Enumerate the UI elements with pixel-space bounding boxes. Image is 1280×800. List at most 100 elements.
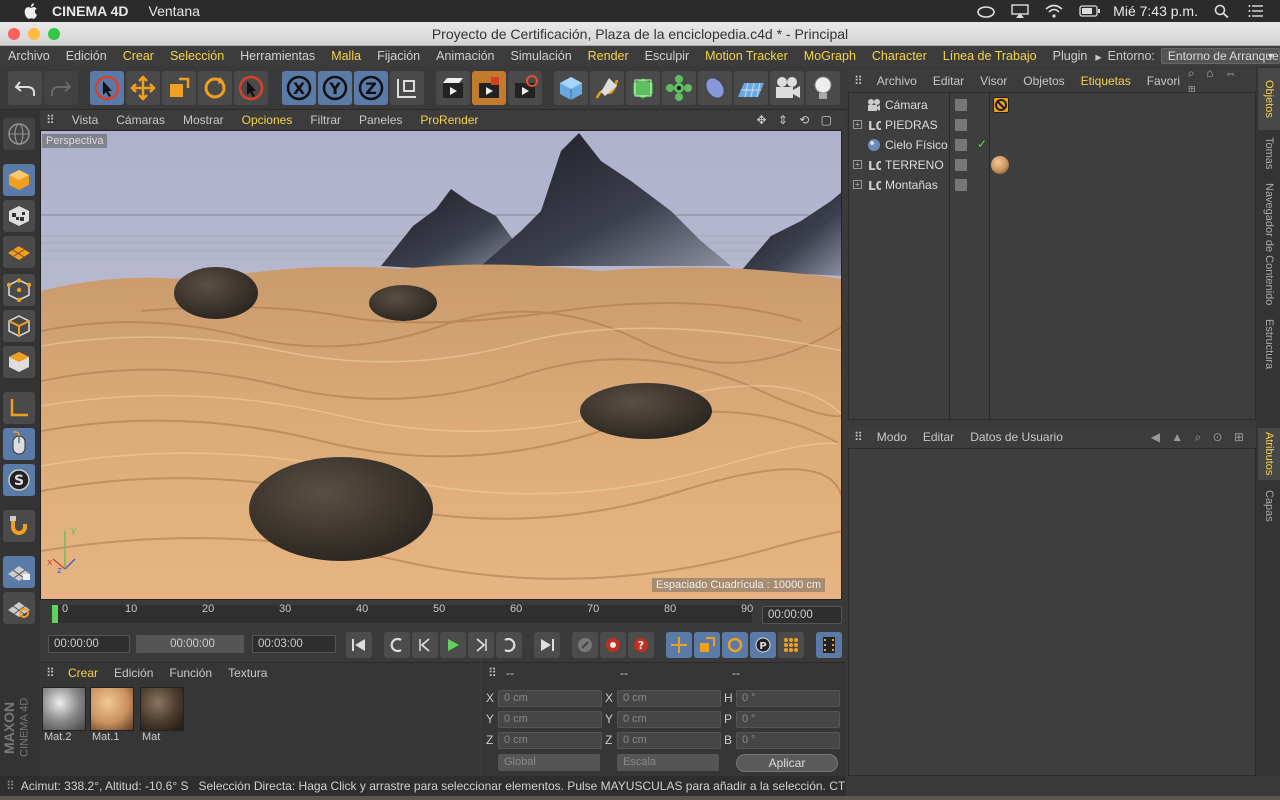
vp-menu-opciones[interactable]: Opciones xyxy=(233,113,302,127)
obj-menu-favoritos[interactable]: Favori xyxy=(1139,74,1188,88)
polygons-mode-button[interactable] xyxy=(3,346,35,378)
viewport-navigation-icons[interactable]: ✥ ⇕ ⟲ ▢ xyxy=(756,113,846,127)
floor-object-button[interactable] xyxy=(734,71,768,105)
render-settings-button[interactable] xyxy=(508,71,542,105)
edges-mode-button[interactable] xyxy=(3,310,35,342)
vp-menu-mostrar[interactable]: Mostrar xyxy=(174,113,233,127)
menu-render[interactable]: Render xyxy=(580,49,637,63)
play-forward-button[interactable] xyxy=(440,632,466,658)
menu-linea-de-trabajo[interactable]: Línea de Trabajo xyxy=(935,49,1045,63)
menu-esculpir[interactable]: Esculpir xyxy=(637,49,697,63)
enable-axis-button[interactable] xyxy=(3,392,35,424)
workplane-mode-button[interactable] xyxy=(3,236,35,268)
attr-menu-datos-usuario[interactable]: Datos de Usuario xyxy=(962,430,1071,444)
light-object-button[interactable] xyxy=(806,71,840,105)
key-pla-button[interactable] xyxy=(778,632,804,658)
editor-visibility-toggle[interactable] xyxy=(955,99,967,111)
timeline-ruler[interactable]: 0 10 20 30 40 50 60 70 80 90 00:00:00 xyxy=(40,600,846,630)
current-frame-field[interactable]: 00:00:00 xyxy=(762,606,842,624)
panel-grip-icon[interactable]: ⠿ xyxy=(40,113,63,127)
mat-menu-crear[interactable]: Crear xyxy=(60,666,106,680)
expand-icon[interactable]: + xyxy=(853,120,862,129)
vp-menu-vista[interactable]: Vista xyxy=(63,113,107,127)
key-position-button[interactable] xyxy=(666,632,692,658)
record-active-objects-button[interactable] xyxy=(572,632,598,658)
tab-atributos[interactable]: Atributos xyxy=(1258,428,1280,480)
obj-menu-objetos[interactable]: Objetos xyxy=(1015,74,1072,88)
preview-range-slider[interactable]: 00:00:00 xyxy=(136,635,244,653)
locked-workplane-button[interactable] xyxy=(3,556,35,588)
model-mode-button[interactable] xyxy=(3,164,35,196)
menu-archivo[interactable]: Archivo xyxy=(0,49,58,63)
rot-h-input[interactable]: 0 ° xyxy=(736,690,840,707)
menu-seleccion[interactable]: Selección xyxy=(162,49,232,63)
solo-button[interactable]: S xyxy=(3,464,35,496)
expand-icon[interactable]: + xyxy=(853,160,862,169)
live-selection-button[interactable] xyxy=(90,71,124,105)
pos-z-input[interactable]: 0 cm xyxy=(498,732,602,749)
object-row-terreno[interactable]: + L0 TERRENO xyxy=(849,155,1255,175)
menu-motion-tracker[interactable]: Motion Tracker xyxy=(697,49,796,63)
app-name[interactable]: CINEMA 4D xyxy=(52,3,129,19)
material-swatch[interactable]: Mat.2 xyxy=(42,687,86,745)
vp-menu-filtrar[interactable]: Filtrar xyxy=(301,113,350,127)
previous-key-button[interactable] xyxy=(384,632,410,658)
camera-object-button[interactable] xyxy=(770,71,804,105)
move-tool-button[interactable] xyxy=(126,71,160,105)
size-x-input[interactable]: 0 cm xyxy=(617,690,721,707)
cube-object-button[interactable] xyxy=(554,71,588,105)
object-row-montanas[interactable]: + L0 Montañas xyxy=(849,175,1255,195)
spotlight-search-icon[interactable] xyxy=(1214,4,1232,19)
pen-spline-button[interactable] xyxy=(590,71,624,105)
object-row-piedras[interactable]: + L0 PIEDRAS xyxy=(849,115,1255,135)
render-picture-viewer-button[interactable] xyxy=(472,71,506,105)
menu-malla[interactable]: Malla xyxy=(323,49,369,63)
undo-button[interactable] xyxy=(8,71,42,105)
key-rotation-button[interactable] xyxy=(722,632,748,658)
rot-b-input[interactable]: 0 ° xyxy=(736,732,840,749)
size-y-input[interactable]: 0 cm xyxy=(617,711,721,728)
menu-ventana[interactable]: Ventana xyxy=(149,3,200,19)
airplay-icon[interactable] xyxy=(1011,4,1029,18)
tab-navegador-contenido[interactable]: Navegador de Contenido xyxy=(1258,176,1280,312)
menu-simulacion[interactable]: Simulación xyxy=(503,49,580,63)
3d-viewport[interactable]: y x z xyxy=(40,130,842,600)
deformer-button[interactable] xyxy=(698,71,732,105)
obj-menu-archivo[interactable]: Archivo xyxy=(869,74,925,88)
menu-animacion[interactable]: Animación xyxy=(428,49,502,63)
wifi-icon[interactable] xyxy=(1045,4,1063,18)
rotate-tool-button[interactable] xyxy=(198,71,232,105)
redo-button[interactable] xyxy=(44,71,78,105)
texture-mode-button[interactable] xyxy=(3,200,35,232)
y-axis-lock-button[interactable]: Y xyxy=(318,71,352,105)
panel-grip-icon[interactable]: ⠿ xyxy=(488,666,497,680)
menu-herramientas[interactable]: Herramientas xyxy=(232,49,323,63)
object-row-cielo-fisico[interactable]: Cielo Físico ✓ xyxy=(849,135,1255,155)
last-tool-button[interactable] xyxy=(234,71,268,105)
panel-grip-icon[interactable]: ⠿ xyxy=(0,779,21,793)
material-tag-icon[interactable] xyxy=(991,156,1009,174)
menu-edicion[interactable]: Edición xyxy=(58,49,115,63)
object-row-camara[interactable]: Cámara xyxy=(849,95,1255,115)
goto-end-button[interactable] xyxy=(534,632,560,658)
coordinate-system-button[interactable] xyxy=(390,71,424,105)
snap-magnet-button[interactable] xyxy=(3,510,35,542)
enabled-check-icon[interactable]: ✓ xyxy=(977,137,987,151)
subdivision-surface-button[interactable] xyxy=(626,71,660,105)
minimize-window-button[interactable] xyxy=(28,28,40,40)
editor-visibility-toggle[interactable] xyxy=(955,119,967,131)
cloner-button[interactable] xyxy=(662,71,696,105)
apply-button[interactable]: Aplicar xyxy=(736,754,838,772)
x-axis-lock-button[interactable]: X xyxy=(282,71,316,105)
material-swatch[interactable]: Mat xyxy=(140,687,184,745)
zoom-window-button[interactable] xyxy=(48,28,60,40)
pos-x-input[interactable]: 0 cm xyxy=(498,690,602,707)
key-scale-button[interactable] xyxy=(694,632,720,658)
editor-visibility-toggle[interactable] xyxy=(955,179,967,191)
scale-tool-button[interactable] xyxy=(162,71,196,105)
notification-center-icon[interactable] xyxy=(1248,4,1266,18)
panel-grip-icon[interactable]: ⠿ xyxy=(848,430,869,444)
start-time-field[interactable]: 00:00:00 xyxy=(48,635,130,653)
obj-menu-editar[interactable]: Editar xyxy=(925,74,972,88)
planar-workplane-button[interactable] xyxy=(3,592,35,624)
